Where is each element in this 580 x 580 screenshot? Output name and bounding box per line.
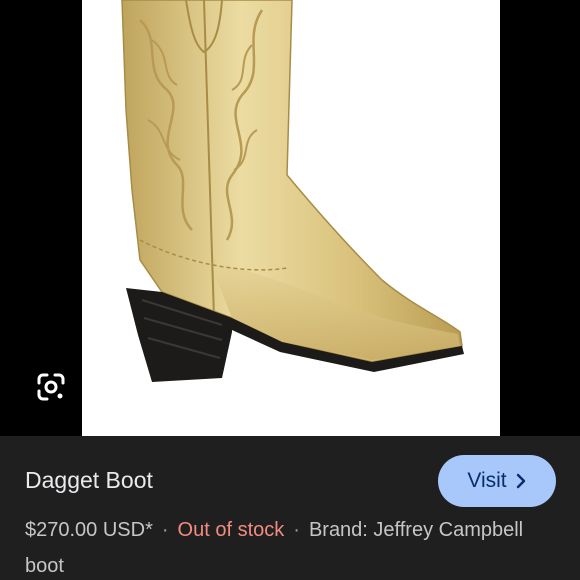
- product-meta: $270.00 USD* · Out of stock · Brand: Jeffrey…: [25, 517, 523, 543]
- image-area: [0, 0, 580, 436]
- google-lens-icon[interactable]: [31, 367, 71, 407]
- product-price: $270.00 USD*: [25, 519, 153, 541]
- visit-button[interactable]: Visit: [438, 455, 556, 507]
- separator-dot: ·: [161, 519, 169, 541]
- product-category: boot: [25, 555, 64, 577]
- product-image[interactable]: [82, 0, 500, 436]
- visit-button-label: Visit: [467, 469, 507, 492]
- chevron-right-icon: [515, 473, 527, 489]
- boot-illustration: [121, 0, 464, 382]
- stock-status: Out of stock: [177, 519, 285, 541]
- product-screen: Dagget Boot Visit $270.00 USD* · Out of st…: [0, 0, 580, 580]
- separator-dot: ·: [293, 519, 300, 541]
- product-brand: Brand: Jeffrey Campbell: [308, 519, 524, 541]
- product-title[interactable]: Dagget Boot: [25, 466, 153, 494]
